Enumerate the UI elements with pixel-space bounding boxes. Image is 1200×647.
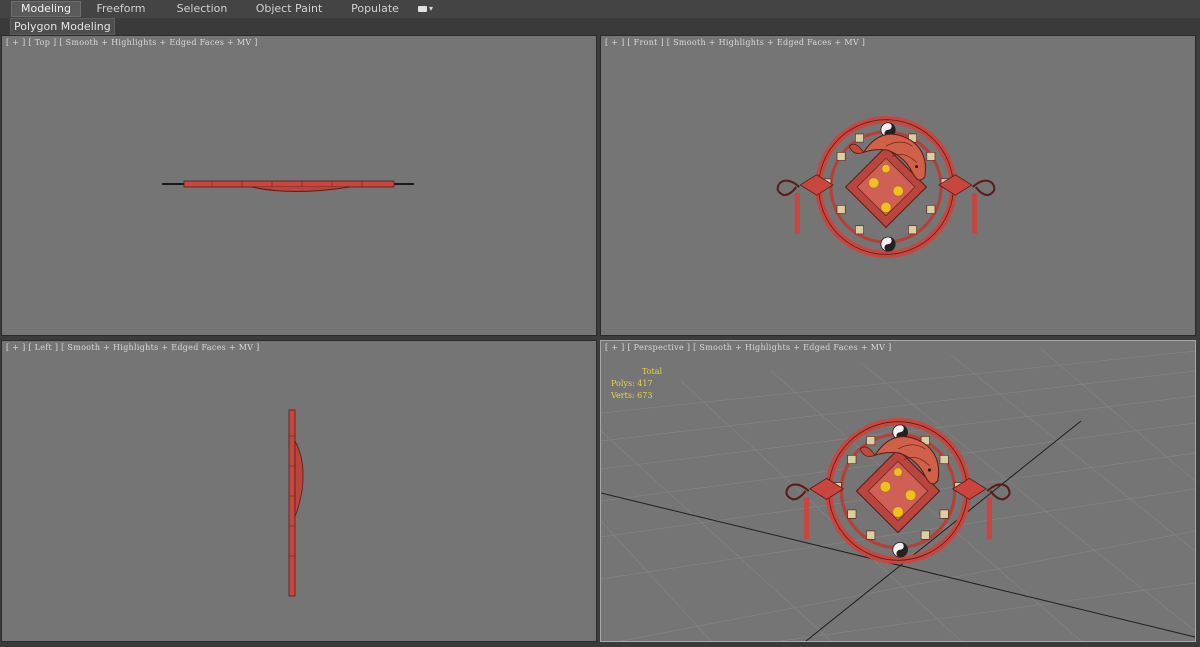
stats-verts: Verts: 673 xyxy=(611,391,653,400)
viewport-front[interactable]: [ + ] [ Front ] [ Smooth + Highlights + … xyxy=(600,35,1196,336)
front-view-model xyxy=(601,36,1195,335)
polygon-modeling-panel-button[interactable]: Polygon Modeling xyxy=(10,18,115,35)
viewport-left[interactable]: [ + ] [ Left ] [ Smooth + Highlights + E… xyxy=(1,340,597,642)
perspective-view-model xyxy=(601,341,1195,641)
viewport-front-label[interactable]: [ + ] [ Front ] [ Smooth + Highlights + … xyxy=(605,38,865,47)
tab-freeform[interactable]: Freeform xyxy=(88,2,154,16)
stats-total-label: Total xyxy=(642,367,663,376)
status-bar xyxy=(0,643,1200,647)
top-view-model xyxy=(162,180,414,192)
ribbon-tab-bar: Modeling Freeform Selection Object Paint… xyxy=(0,0,1200,19)
viewport-left-label[interactable]: [ + ] [ Left ] [ Smooth + Highlights + E… xyxy=(6,343,260,352)
chevron-down-icon: ▾ xyxy=(429,4,434,13)
tab-object-paint[interactable]: Object Paint xyxy=(252,2,326,16)
viewport-top-label[interactable]: [ + ] [ Top ] [ Smooth + Highlights + Ed… xyxy=(6,38,258,47)
tab-populate[interactable]: Populate xyxy=(346,2,404,16)
left-view-model xyxy=(288,409,304,597)
ribbon-panel: Polygon Modeling xyxy=(0,18,1200,35)
viewport-perspective-label[interactable]: [ + ] [ Perspective ] [ Smooth + Highlig… xyxy=(605,343,892,352)
scene-statistics: Total Polys: 417 Verts: 673 xyxy=(611,366,662,402)
ribbon-toggle-icon xyxy=(418,5,427,12)
viewport-perspective[interactable]: [ + ] [ Perspective ] [ Smooth + Highlig… xyxy=(600,340,1196,642)
tab-selection[interactable]: Selection xyxy=(168,2,236,16)
tab-modeling[interactable]: Modeling xyxy=(11,1,81,17)
ribbon-options-dropdown[interactable]: ▾ xyxy=(418,3,440,15)
viewport-top[interactable]: [ + ] [ Top ] [ Smooth + Highlights + Ed… xyxy=(1,35,597,336)
stats-polys: Polys: 417 xyxy=(611,379,653,388)
